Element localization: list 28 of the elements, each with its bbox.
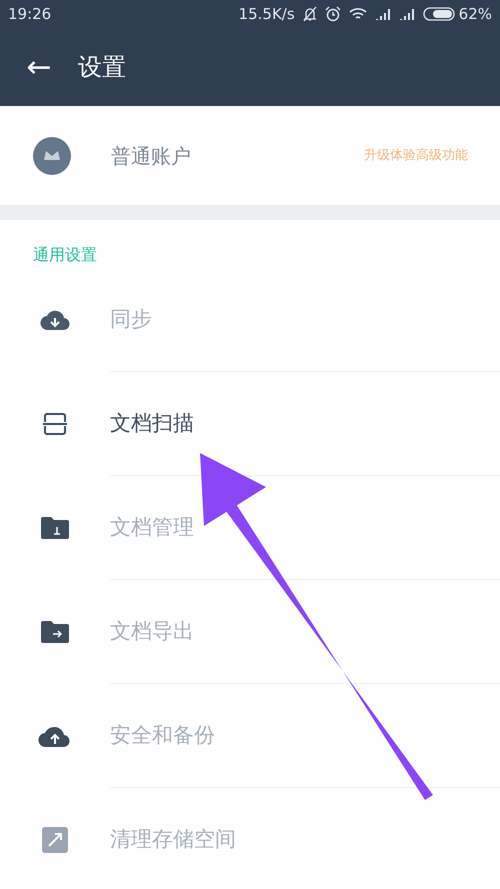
battery-icon (422, 7, 455, 21)
alarm-icon (324, 6, 341, 22)
signal-icon (398, 8, 415, 20)
wifi-icon (348, 7, 367, 21)
settings-item[interactable]: 安全和备份 (0, 684, 500, 788)
page-title: 设置 (78, 52, 126, 83)
settings-item[interactable]: 文档管理 (0, 476, 500, 580)
account-type: 普通账户 (111, 142, 191, 170)
cloud-icon (40, 309, 70, 331)
settings-item[interactable]: 文档导出 (0, 580, 500, 684)
section-title: 通用设置 (33, 244, 97, 266)
cloud-icon (38, 724, 72, 748)
avatar-icon (33, 136, 71, 174)
battery-level: 62% (458, 4, 492, 25)
folder-icon (40, 516, 70, 540)
settings-item[interactable]: 清理存储空间 (0, 788, 500, 889)
settings-item[interactable]: 文档扫描 (0, 372, 500, 476)
network-speed: 15.5K/s (238, 4, 295, 25)
account-card[interactable]: 普通账户 升级体验高级功能 (0, 106, 500, 205)
settings-item[interactable]: 同步 (0, 268, 500, 372)
signal-icon (374, 8, 391, 20)
scan-icon (43, 413, 67, 435)
mute-icon (302, 6, 317, 22)
clock: 19:26 (8, 4, 52, 25)
upgrade-link[interactable]: 升级体验高级功能 (364, 146, 468, 166)
folder-icon (40, 620, 70, 644)
square-icon (41, 826, 69, 854)
back-button[interactable]: ← (0, 28, 78, 106)
